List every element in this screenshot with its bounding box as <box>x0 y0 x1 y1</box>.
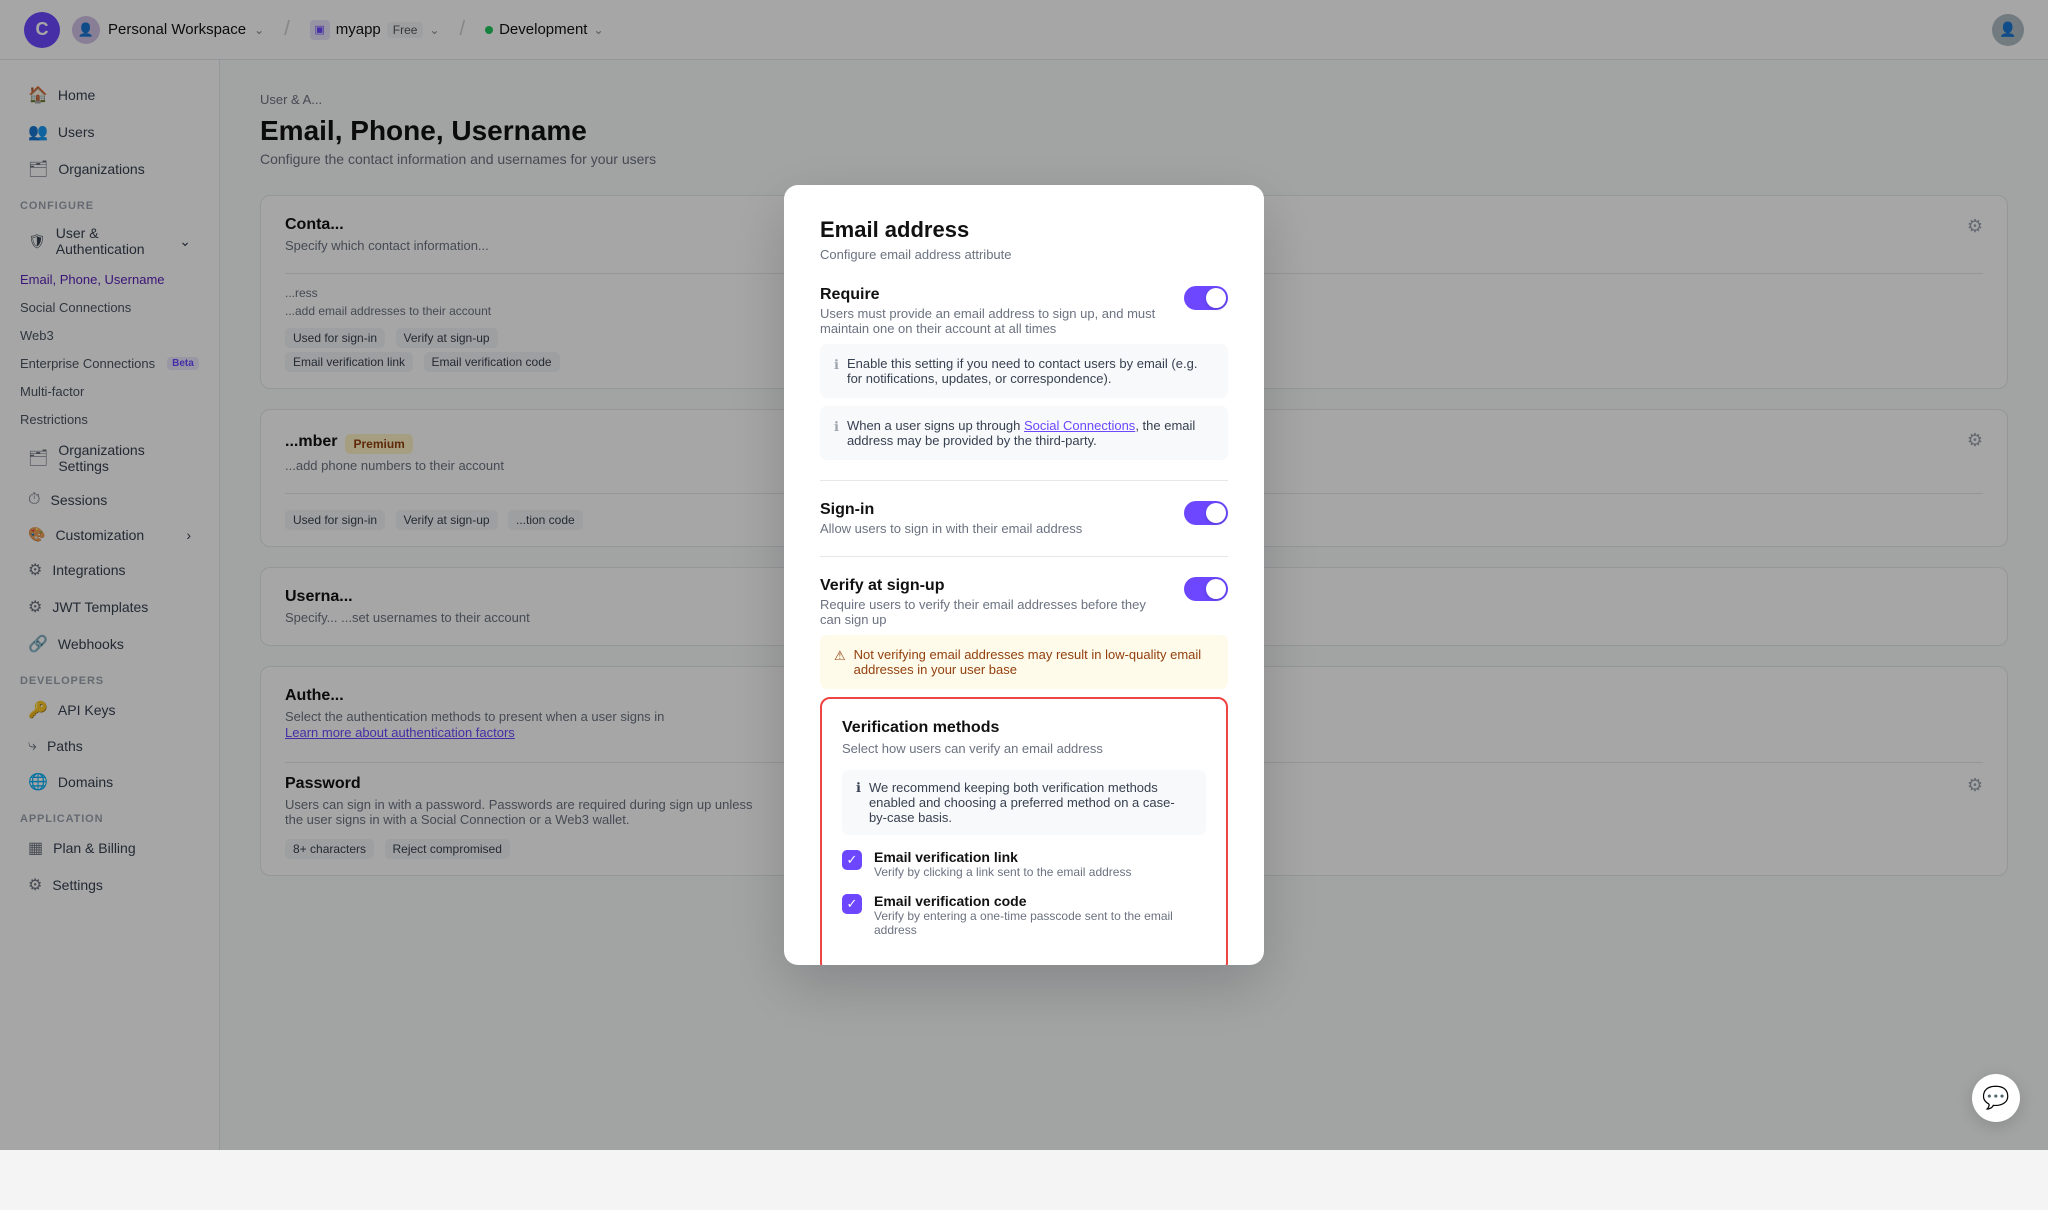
signin-toggle-track[interactable] <box>1184 501 1228 525</box>
warn-icon: ⚠ <box>834 648 846 664</box>
require-toggle-thumb <box>1206 288 1226 308</box>
modal-overlay[interactable]: Email address Configure email address at… <box>0 0 2048 1150</box>
method2-desc: Verify by entering a one-time passcode s… <box>874 909 1206 937</box>
info-icon-2: ℹ <box>834 419 839 435</box>
method1-desc: Verify by clicking a link sent to the em… <box>874 865 1131 879</box>
modal-subtitle: Configure email address attribute <box>820 247 1228 262</box>
method1-row: ✓ Email verification link Verify by clic… <box>842 849 1206 879</box>
require-desc: Users must provide an email address to s… <box>820 306 1160 336</box>
info-text-2: When a user signs up through Social Conn… <box>847 418 1214 448</box>
verify-toggle-track[interactable] <box>1184 577 1228 601</box>
verif-info-icon: ℹ <box>856 780 861 796</box>
require-text: Require Users must provide an email addr… <box>820 286 1160 336</box>
verify-row: Verify at sign-up Require users to verif… <box>820 577 1228 627</box>
info-text-1: Enable this setting if you need to conta… <box>847 356 1214 386</box>
verif-methods-desc: Select how users can verify an email add… <box>842 741 1206 756</box>
require-label: Require <box>820 286 1160 304</box>
method2-checkbox[interactable]: ✓ <box>842 894 862 914</box>
verify-toggle-thumb <box>1206 579 1226 599</box>
info-box-2: ℹ When a user signs up through Social Co… <box>820 406 1228 460</box>
verify-toggle[interactable] <box>1184 577 1228 601</box>
verify-desc: Require users to verify their email addr… <box>820 597 1160 627</box>
modal-divider-1 <box>820 480 1228 481</box>
method1-checkbox[interactable]: ✓ <box>842 850 862 870</box>
info-icon-1: ℹ <box>834 357 839 373</box>
signin-toggle[interactable] <box>1184 501 1228 525</box>
email-address-modal: Email address Configure email address at… <box>784 185 1264 965</box>
method2-row: ✓ Email verification code Verify by ente… <box>842 893 1206 937</box>
verify-text: Verify at sign-up Require users to verif… <box>820 577 1160 627</box>
require-row: Require Users must provide an email addr… <box>820 286 1228 336</box>
chat-icon: 💬 <box>1982 1085 2009 1111</box>
verify-label: Verify at sign-up <box>820 577 1160 595</box>
verif-methods-title: Verification methods <box>842 719 1206 737</box>
method2-text: Email verification code Verify by enteri… <box>874 893 1206 937</box>
social-connections-link[interactable]: Social Connections <box>1024 418 1135 433</box>
verif-info-box: ℹ We recommend keeping both verification… <box>842 770 1206 835</box>
method1-label: Email verification link <box>874 849 1131 865</box>
warn-box: ⚠ Not verifying email addresses may resu… <box>820 635 1228 689</box>
signin-label: Sign-in <box>820 501 1082 519</box>
warn-text: Not verifying email addresses may result… <box>854 647 1214 677</box>
signin-text: Sign-in Allow users to sign in with thei… <box>820 501 1082 536</box>
modal-title: Email address <box>820 217 1228 243</box>
method1-text: Email verification link Verify by clicki… <box>874 849 1131 879</box>
signin-row: Sign-in Allow users to sign in with thei… <box>820 501 1228 536</box>
verif-info-text: We recommend keeping both verification m… <box>869 780 1192 825</box>
require-toggle-track[interactable] <box>1184 286 1228 310</box>
info-box-1: ℹ Enable this setting if you need to con… <box>820 344 1228 398</box>
method2-label: Email verification code <box>874 893 1206 909</box>
require-toggle[interactable] <box>1184 286 1228 310</box>
signin-toggle-thumb <box>1206 503 1226 523</box>
chat-button[interactable]: 💬 <box>1972 1074 2020 1122</box>
signin-desc: Allow users to sign in with their email … <box>820 521 1082 536</box>
modal-divider-2 <box>820 556 1228 557</box>
verification-methods-box: Verification methods Select how users ca… <box>820 697 1228 965</box>
